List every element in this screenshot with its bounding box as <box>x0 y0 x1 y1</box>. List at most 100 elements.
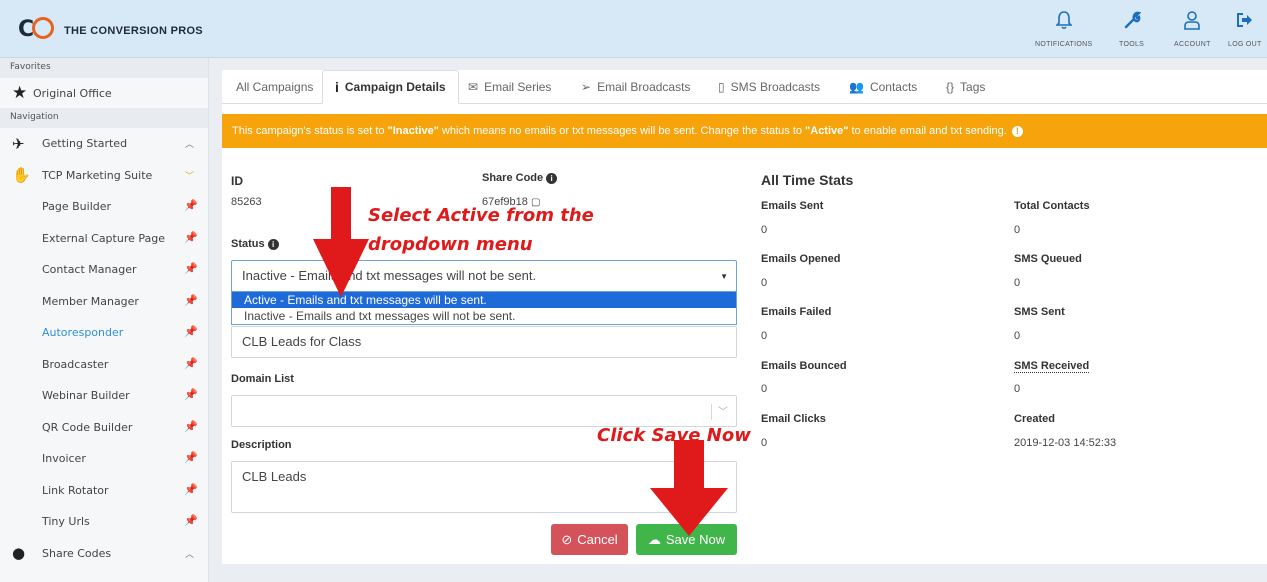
status-option-inactive[interactable]: Inactive - Emails and txt messages will … <box>232 308 736 324</box>
status-dropdown: Active - Emails and txt messages will be… <box>231 291 737 325</box>
sidebar-item-getting-started[interactable]: ✈ Getting Started ︿ <box>0 128 208 160</box>
pin-icon[interactable]: 📌 <box>184 451 198 464</box>
sidebar-item-invoicer[interactable]: Invoicer 📌 <box>0 443 208 475</box>
sidebar-item-label: External Capture Page <box>42 231 165 245</box>
mobile-icon: ▯ <box>718 80 725 94</box>
stat-email-clicks-value: 0 <box>761 437 768 449</box>
pin-icon[interactable]: 📌 <box>184 420 198 433</box>
airplane-icon: ✈ <box>12 135 25 153</box>
tab-tags[interactable]: {} Tags <box>946 70 985 104</box>
status-selected-value: Inactive - Emails and txt messages will … <box>242 268 537 283</box>
stat-sms-received-label[interactable]: SMS Received <box>1014 360 1090 373</box>
pin-icon[interactable]: 📌 <box>184 199 198 212</box>
pin-icon[interactable]: 📌 <box>184 514 198 527</box>
sidebar-item-contact-manager[interactable]: Contact Manager 📌 <box>0 254 208 286</box>
pin-icon[interactable]: 📌 <box>184 294 198 307</box>
info-icon[interactable]: ! <box>1011 125 1023 137</box>
tab-label: Email Series <box>484 80 552 94</box>
star-icon: ★ <box>12 83 28 103</box>
pin-icon[interactable]: 📌 <box>184 483 198 496</box>
sidebar-item-external-capture-page[interactable]: External Capture Page 📌 <box>0 223 208 255</box>
tab-email-series[interactable]: ✉ Email Series <box>468 70 551 104</box>
status-label-wrap: Status i <box>231 238 279 250</box>
status-select[interactable]: Inactive - Emails and txt messages will … <box>231 260 737 292</box>
info-icon[interactable]: i <box>267 239 279 250</box>
stat-sms-sent-label: SMS Sent <box>1014 306 1065 318</box>
logout-button[interactable]: LOG OUT <box>1228 10 1262 48</box>
pin-icon[interactable]: 📌 <box>184 357 198 370</box>
stat-total-contacts-label: Total Contacts <box>1014 200 1090 212</box>
envelope-icon: ✉ <box>468 80 479 94</box>
status-label: Status <box>231 238 265 250</box>
sidebar-item-autoresponder[interactable]: Autoresponder 📌 <box>0 317 208 349</box>
stat-sms-queued-value: 0 <box>1014 277 1021 289</box>
campaign-name-input[interactable]: CLB Leads for Class <box>231 326 737 358</box>
sidebar-item-label: Original Office <box>33 86 112 100</box>
info-icon: i <box>335 79 339 95</box>
status-option-active[interactable]: Active - Emails and txt messages will be… <box>232 292 736 308</box>
stat-emails-opened-value: 0 <box>761 277 768 289</box>
share-code-label: Share Code <box>482 172 544 184</box>
stats-title: All Time Stats <box>761 172 854 188</box>
stat-emails-bounced-value: 0 <box>761 383 768 395</box>
tools-label: TOOLS <box>1119 41 1145 48</box>
id-label: ID <box>231 174 243 188</box>
sidebar-item-tiny-urls[interactable]: Tiny Urls 📌 <box>0 506 208 538</box>
sidebar-item-page-builder[interactable]: Page Builder 📌 <box>0 191 208 223</box>
chevron-up-icon: ︿ <box>184 140 194 150</box>
pin-icon[interactable]: 📌 <box>184 262 198 275</box>
tab-bar: All Campaigns i Campaign Details ✉ Email… <box>222 70 1267 104</box>
sidebar-item-link-rotator[interactable]: Link Rotator 📌 <box>0 475 208 507</box>
logout-icon <box>1236 10 1254 36</box>
tab-sms-broadcasts[interactable]: ▯ SMS Broadcasts <box>718 70 820 104</box>
id-value: 85263 <box>231 196 262 208</box>
tab-campaign-details[interactable]: i Campaign Details <box>322 70 459 104</box>
tab-email-broadcasts[interactable]: ➢ Email Broadcasts <box>581 70 690 104</box>
chevron-down-icon: ﹀ <box>184 171 194 182</box>
stat-sms-sent-value: 0 <box>1014 330 1021 342</box>
sidebar-item-label: QR Code Builder <box>42 420 133 434</box>
sidebar-item-member-manager[interactable]: Member Manager 📌 <box>0 286 208 318</box>
logo-text: THE CONVERSION PROS <box>64 25 203 37</box>
cancel-label: Cancel <box>577 532 618 547</box>
sidebar-item-broadcaster[interactable]: Broadcaster 📌 <box>0 349 208 381</box>
caret-down-icon: ▼ <box>720 272 728 281</box>
tab-label: Campaign Details <box>344 80 446 94</box>
sidebar-item-label: Page Builder <box>42 200 112 214</box>
logo-mark: C <box>18 17 62 43</box>
cancel-button[interactable]: ⊘ Cancel <box>551 524 628 555</box>
sidebar-item-label: TCP Marketing Suite <box>42 168 153 182</box>
alert-text-pre: This campaign's status is set to <box>232 125 385 137</box>
info-icon[interactable]: i <box>546 173 558 184</box>
tab-label: Tags <box>960 80 986 94</box>
sidebar: Favorites ★ Original Office Navigation ✈… <box>0 58 209 582</box>
chat-bubble-icon: ● <box>12 543 26 562</box>
pin-icon[interactable]: 📌 <box>184 325 198 338</box>
sidebar-item-original-office[interactable]: ★ Original Office <box>0 78 208 108</box>
sidebar-item-label: Getting Started <box>42 137 128 151</box>
annotation-select-active-line1: Select Active from the <box>368 205 594 226</box>
account-button[interactable]: ACCOUNT <box>1174 10 1211 48</box>
account-label: ACCOUNT <box>1174 41 1211 48</box>
sidebar-item-qr-code-builder[interactable]: QR Code Builder 📌 <box>0 412 208 444</box>
pin-icon[interactable]: 📌 <box>184 388 198 401</box>
sidebar-item-label: Webinar Builder <box>42 389 130 403</box>
sidebar-item-tcp-marketing-suite[interactable]: ✋ TCP Marketing Suite ﹀ <box>0 160 208 192</box>
logo[interactable]: C THE CONVERSION PROS <box>18 17 203 43</box>
stat-emails-failed-value: 0 <box>761 330 768 342</box>
users-icon: 👥 <box>849 80 864 94</box>
tools-button[interactable]: TOOLS <box>1119 10 1144 48</box>
sidebar-item-share-codes[interactable]: ● Share Codes ︿ <box>0 538 208 570</box>
notifications-button[interactable]: NOTIFICATIONS <box>1035 10 1092 48</box>
navigation-header: Navigation <box>0 108 208 128</box>
stat-emails-sent-label: Emails Sent <box>761 200 824 212</box>
sidebar-item-webinar-builder[interactable]: Webinar Builder 📌 <box>0 380 208 412</box>
alert-text-post: to enable email and txt sending. <box>851 125 1007 137</box>
tab-contacts[interactable]: 👥 Contacts <box>849 70 917 104</box>
domain-list-select[interactable]: ﹀ <box>231 395 737 427</box>
sidebar-item-label: Share Codes <box>42 546 112 560</box>
tab-all-campaigns[interactable]: All Campaigns <box>236 70 313 104</box>
stat-sms-queued-label: SMS Queued <box>1014 253 1082 265</box>
pin-icon[interactable]: 📌 <box>184 231 198 244</box>
stat-emails-failed-label: Emails Failed <box>761 306 832 318</box>
